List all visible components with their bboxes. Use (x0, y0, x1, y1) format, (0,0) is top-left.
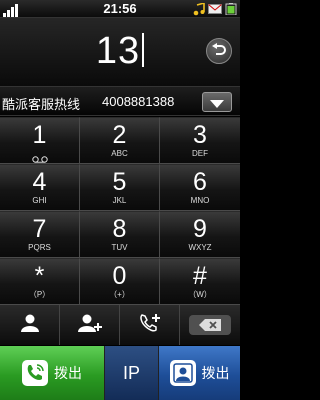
key-digit: * (34, 262, 45, 290)
key-3[interactable]: 3 DEF (160, 117, 240, 164)
key-7[interactable]: 7 PQRS (0, 211, 80, 258)
battery-icon (224, 2, 238, 16)
key-hash[interactable]: # （W） (160, 258, 240, 305)
key-letters: MNO (190, 196, 210, 205)
key-5[interactable]: 5 JKL (80, 164, 160, 211)
key-digit: # (193, 262, 207, 290)
dialed-number[interactable]: 13 (0, 30, 240, 73)
key-6[interactable]: 6 MNO (160, 164, 240, 211)
key-letters: （+） (109, 290, 130, 299)
video-dial-label: 拨出 (201, 366, 230, 382)
key-0[interactable]: 0 （+） (80, 258, 160, 305)
dial-button[interactable]: 拨出 (0, 346, 105, 400)
key-letters: WXYZ (188, 243, 212, 252)
key-1[interactable]: 1 (0, 117, 80, 164)
action-row (0, 305, 240, 345)
contact-card-icon (169, 360, 196, 386)
ip-label: IP (122, 362, 140, 383)
key-digit: 7 (32, 215, 47, 243)
matches-dropdown-button[interactable] (202, 92, 232, 112)
key-digit: 6 (193, 168, 207, 196)
back-button[interactable] (206, 38, 232, 64)
delete-button[interactable] (180, 305, 240, 345)
matched-contact-name: 酷派客服热线 (2, 98, 81, 113)
key-digit: 3 (193, 121, 207, 149)
music-note-icon (192, 2, 206, 16)
ip-dial-button[interactable]: IP (105, 346, 159, 400)
key-letters: （P） (28, 290, 51, 299)
text-cursor (142, 33, 145, 67)
delete-icon (189, 315, 231, 335)
key-digit: 0 (112, 262, 127, 290)
key-digit: 4 (32, 168, 47, 196)
add-contact-button[interactable] (60, 305, 120, 345)
key-letters: JKL (112, 196, 127, 205)
key-letters: PQRS (28, 243, 51, 252)
number-display[interactable]: 13 (0, 18, 240, 86)
triangle-down-icon (210, 93, 224, 112)
add-call-icon (139, 313, 161, 337)
dial-label: 拨出 (54, 366, 82, 382)
key-letters: DEF (192, 149, 208, 158)
phone-icon (22, 360, 48, 386)
video-dial-button[interactable]: 拨出 (159, 346, 240, 400)
add-call-button[interactable] (120, 305, 180, 345)
matched-contact-number: 4008881388 (102, 94, 175, 109)
back-arrow-icon (211, 42, 227, 61)
key-letters: GHI (32, 196, 47, 205)
key-2[interactable]: 2 ABC (80, 117, 160, 164)
contacts-button[interactable] (0, 305, 60, 345)
key-9[interactable]: 9 WXYZ (160, 211, 240, 258)
key-letters: TUV (111, 243, 128, 252)
add-contact-icon (77, 314, 102, 336)
status-icons (192, 2, 238, 16)
message-icon (208, 2, 222, 16)
voicemail-icon (0, 149, 79, 163)
key-digit: 9 (193, 215, 207, 243)
key-8[interactable]: 8 TUV (80, 211, 160, 258)
key-star[interactable]: * （P） (0, 258, 80, 305)
key-letters: （W） (188, 290, 212, 299)
key-digit: 8 (112, 215, 127, 243)
key-digit: 2 (112, 121, 127, 149)
key-letters: ABC (111, 149, 128, 158)
matched-contact-row[interactable]: 酷派客服热线 4008881388 (0, 86, 240, 116)
call-button-row: 拨出 IP 拨出 (0, 346, 240, 400)
key-digit: 5 (112, 168, 127, 196)
key-digit: 1 (32, 121, 47, 149)
keypad: 1 2 ABC 3 DEF 4 GHI 5 JKL 6 MNO 7 PQRS 8 TUV 9W… (0, 117, 240, 305)
contacts-icon (20, 314, 40, 336)
key-4[interactable]: 4 GHI (0, 164, 80, 211)
status-bar: 21:56 (0, 0, 240, 18)
